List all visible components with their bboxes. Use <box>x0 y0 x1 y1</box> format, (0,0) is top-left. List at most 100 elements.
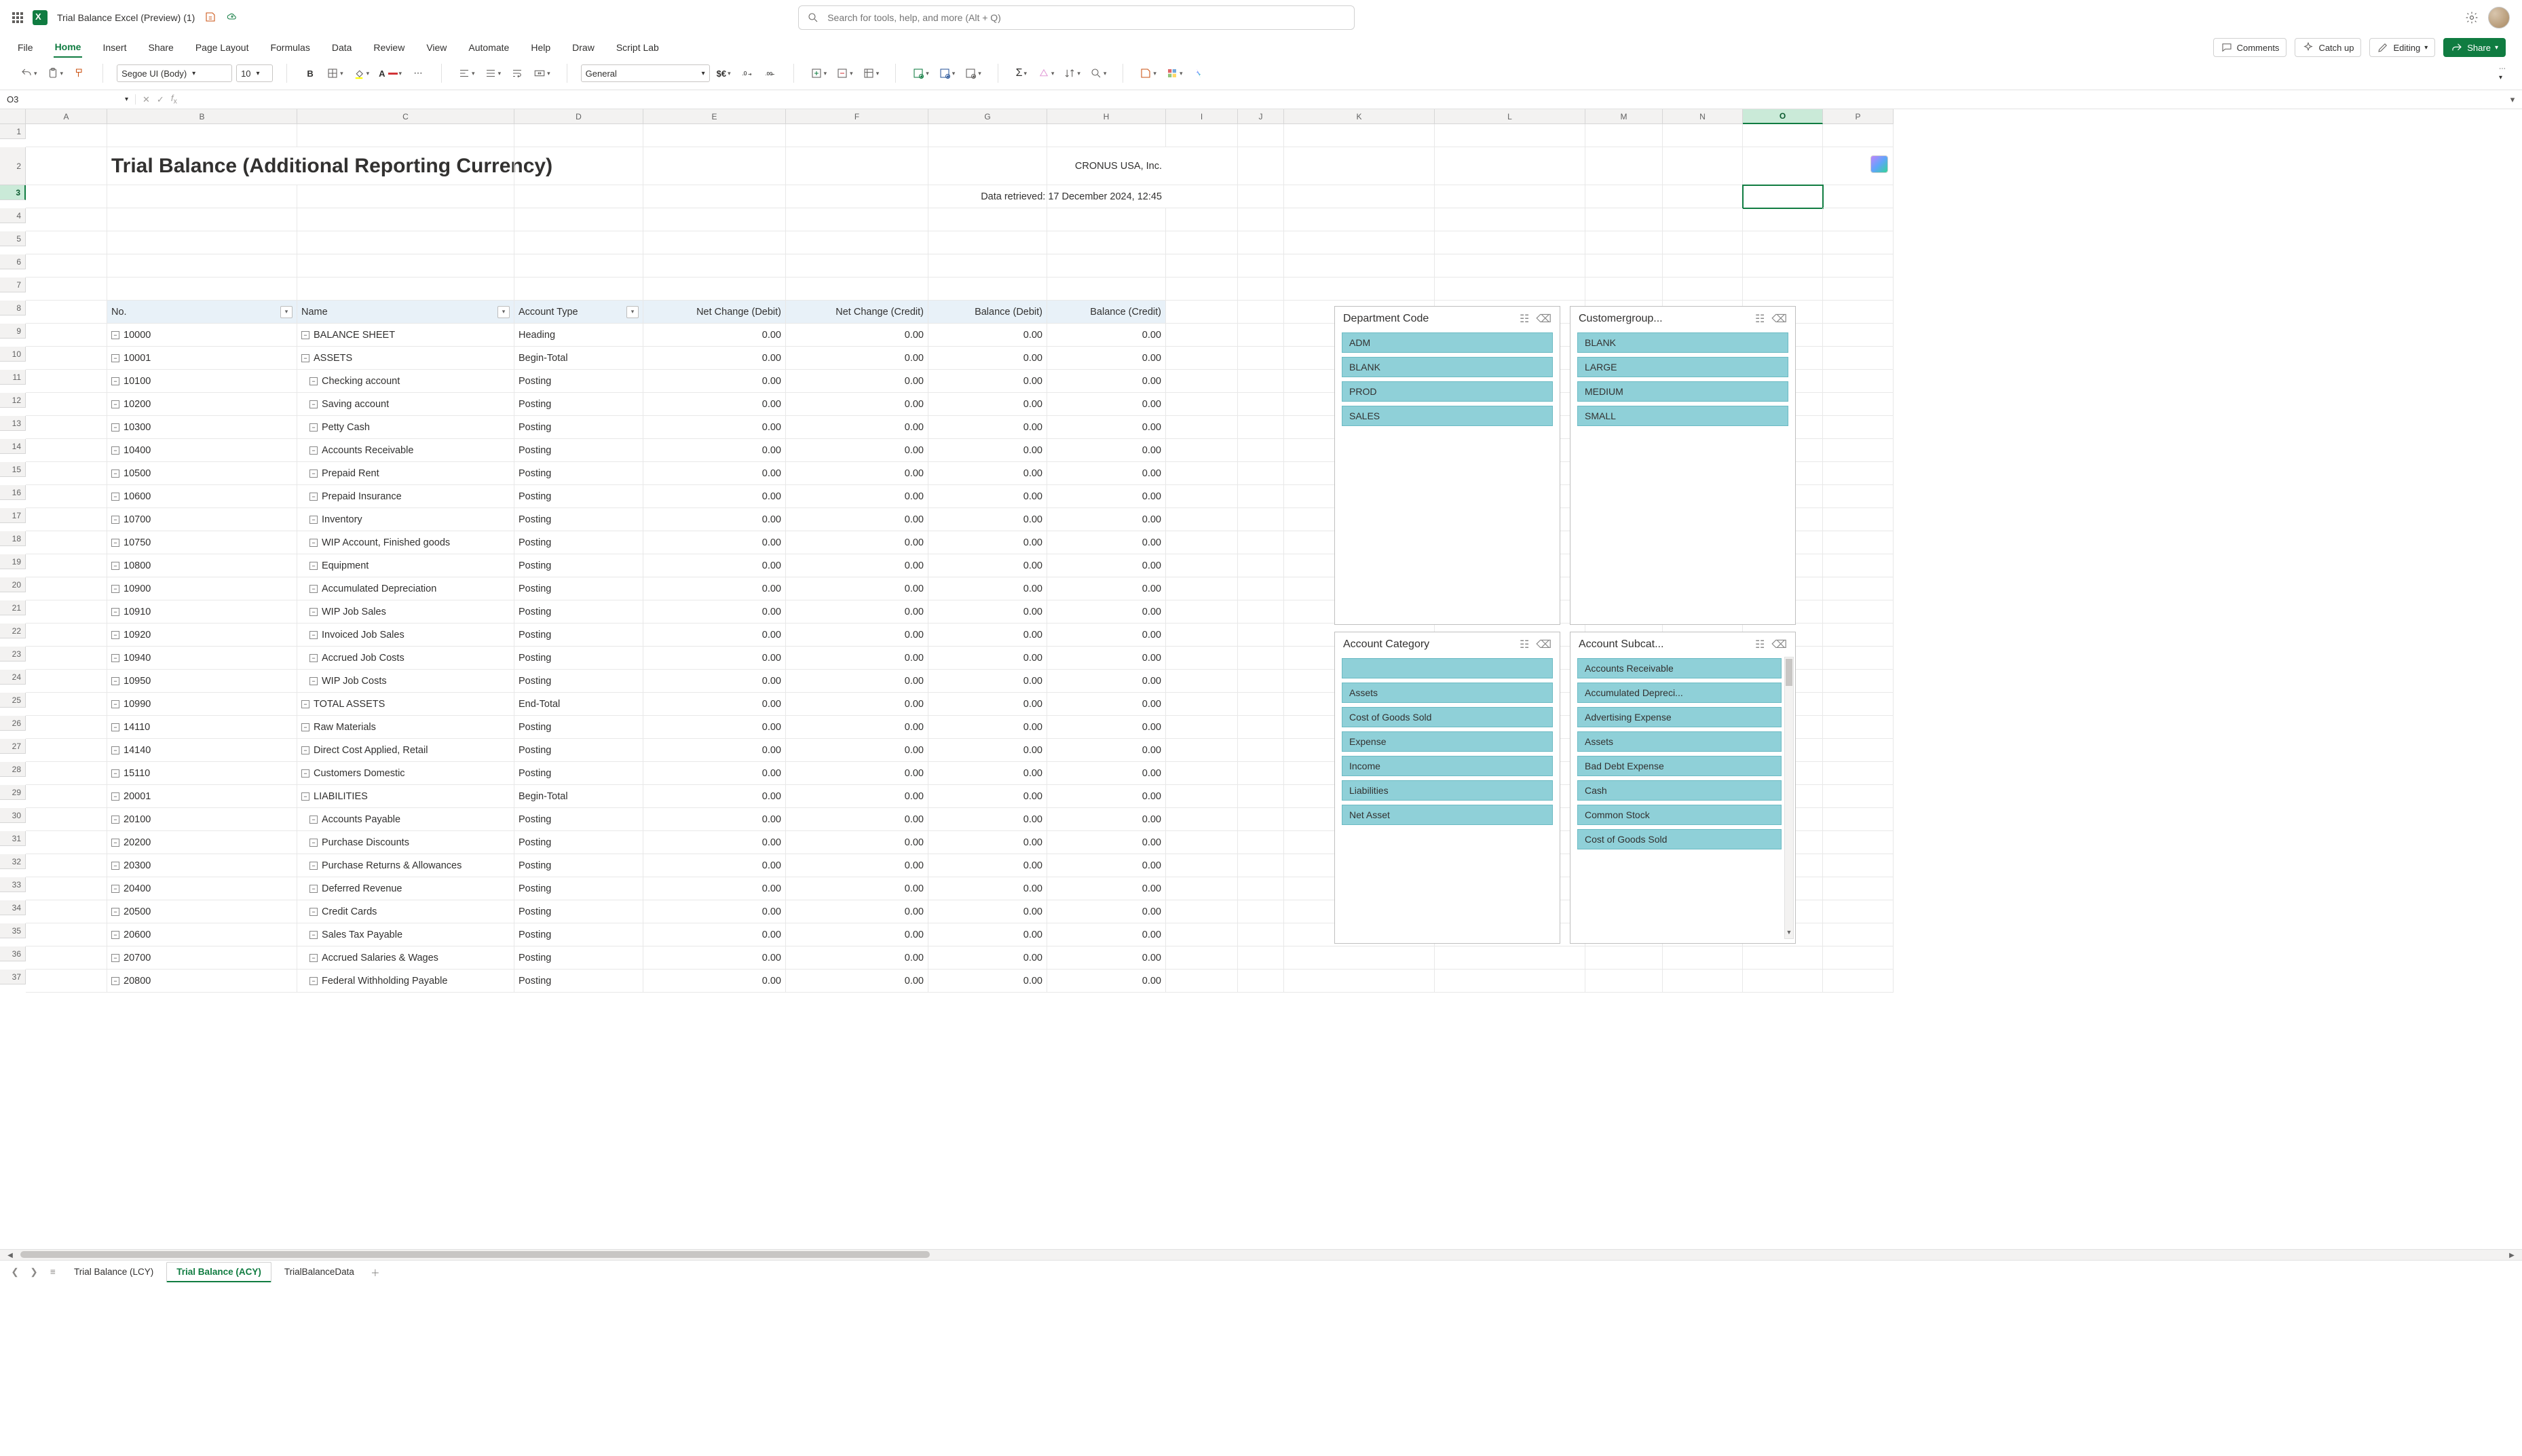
cell[interactable] <box>1823 231 1894 254</box>
cell[interactable]: 0.00 <box>786 462 928 485</box>
cell[interactable] <box>1823 808 1894 831</box>
cell[interactable] <box>1238 277 1284 301</box>
outline-toggle[interactable] <box>111 331 119 339</box>
cell[interactable] <box>1238 877 1284 900</box>
cell[interactable] <box>1238 508 1284 531</box>
increase-decimal-button[interactable]: .00 <box>761 64 780 83</box>
cell[interactable]: 0.00 <box>786 554 928 577</box>
cell[interactable]: Prepaid Rent <box>297 462 514 485</box>
cell[interactable]: Posting <box>514 531 643 554</box>
cell[interactable] <box>1823 554 1894 577</box>
cell[interactable]: Net Change (Credit) <box>786 301 928 324</box>
row-header[interactable]: 26 <box>0 716 26 731</box>
cell[interactable] <box>1238 946 1284 970</box>
row-header[interactable]: 20 <box>0 577 26 592</box>
cell[interactable]: Posting <box>514 831 643 854</box>
cell[interactable] <box>26 600 107 624</box>
formula-bar-expand[interactable]: ▾ <box>2503 94 2522 105</box>
cell[interactable] <box>1238 854 1284 877</box>
cell[interactable]: 0.00 <box>786 393 928 416</box>
row-header[interactable]: 18 <box>0 531 26 546</box>
column-header[interactable]: P <box>1823 109 1894 124</box>
cell[interactable] <box>1166 393 1238 416</box>
outline-toggle[interactable] <box>309 931 318 939</box>
cell[interactable]: 14110 <box>107 716 297 739</box>
cell[interactable]: 20200 <box>107 831 297 854</box>
cell[interactable]: Balance (Credit) <box>1047 301 1166 324</box>
cell[interactable]: Accrued Salaries & Wages <box>297 946 514 970</box>
cell[interactable]: Balance (Debit) <box>928 301 1047 324</box>
cell[interactable]: 10940 <box>107 647 297 670</box>
cell[interactable] <box>1166 647 1238 670</box>
cell[interactable] <box>1166 231 1238 254</box>
comments-button[interactable]: Comments <box>2213 38 2287 57</box>
row-header[interactable]: 8 <box>0 301 26 315</box>
outline-toggle[interactable] <box>111 470 119 478</box>
cell[interactable]: 10920 <box>107 624 297 647</box>
cell[interactable] <box>26 277 107 301</box>
outline-toggle[interactable] <box>309 839 318 847</box>
cell[interactable]: 0.00 <box>1047 808 1166 831</box>
outline-toggle[interactable] <box>301 700 309 708</box>
row-header[interactable]: 10 <box>0 347 26 362</box>
cell[interactable]: 10950 <box>107 670 297 693</box>
sensitivity-icon[interactable] <box>204 11 217 25</box>
cell[interactable] <box>107 277 297 301</box>
cell[interactable] <box>26 347 107 370</box>
cell[interactable]: Posting <box>514 670 643 693</box>
cell[interactable] <box>297 147 514 185</box>
cell[interactable] <box>1238 739 1284 762</box>
cell[interactable] <box>1823 854 1894 877</box>
cell[interactable] <box>1823 208 1894 231</box>
cell[interactable] <box>786 147 928 185</box>
column-header[interactable]: J <box>1238 109 1284 124</box>
cell[interactable]: 0.00 <box>643 531 786 554</box>
clear-filter-icon[interactable]: ⌫ <box>1536 312 1551 326</box>
cell[interactable] <box>1166 600 1238 624</box>
cell[interactable]: 0.00 <box>643 785 786 808</box>
cell[interactable] <box>26 739 107 762</box>
cell[interactable] <box>26 923 107 946</box>
editing-mode-button[interactable]: Editing ▾ <box>2369 38 2435 57</box>
cell[interactable] <box>1238 670 1284 693</box>
cell[interactable] <box>1238 577 1284 600</box>
cell[interactable] <box>643 231 786 254</box>
filter-dropdown[interactable]: ▾ <box>497 306 510 318</box>
cell[interactable]: 0.00 <box>1047 785 1166 808</box>
cell[interactable] <box>1663 970 1743 993</box>
more-font-button[interactable]: ⋯ <box>409 64 428 83</box>
cell[interactable] <box>786 254 928 277</box>
cell[interactable] <box>1238 147 1284 185</box>
name-box[interactable]: O3 ▾ <box>0 94 136 104</box>
cell[interactable] <box>26 185 107 208</box>
autosum-button[interactable]: Σ▾ <box>1012 64 1031 83</box>
cell[interactable] <box>514 254 643 277</box>
slicer-item[interactable]: Assets <box>1577 731 1782 752</box>
cell[interactable]: 0.00 <box>928 854 1047 877</box>
outline-toggle[interactable] <box>301 331 309 339</box>
outline-toggle[interactable] <box>111 354 119 362</box>
row-header[interactable]: 36 <box>0 946 26 961</box>
font-color-button[interactable]: A▾ <box>376 64 404 83</box>
outline-toggle[interactable] <box>309 816 318 824</box>
column-header[interactable]: O <box>1743 109 1823 124</box>
cell[interactable]: Invoiced Job Sales <box>297 624 514 647</box>
slicer-item[interactable]: SALES <box>1342 406 1553 426</box>
cell[interactable]: 0.00 <box>643 693 786 716</box>
outline-toggle[interactable] <box>301 792 309 801</box>
cell[interactable] <box>26 877 107 900</box>
cell[interactable]: 0.00 <box>786 577 928 600</box>
cell[interactable] <box>1238 808 1284 831</box>
cell[interactable] <box>1238 647 1284 670</box>
bold-button[interactable]: B <box>301 64 320 83</box>
cell[interactable] <box>26 554 107 577</box>
cell[interactable] <box>1663 946 1743 970</box>
cell[interactable]: 0.00 <box>643 439 786 462</box>
cell[interactable] <box>26 124 107 147</box>
slicer-item[interactable]: SMALL <box>1577 406 1788 426</box>
cell[interactable]: 0.00 <box>643 600 786 624</box>
cell[interactable] <box>1238 254 1284 277</box>
cell[interactable] <box>1823 785 1894 808</box>
insert-link-button[interactable]: ▾ <box>936 64 958 83</box>
cell[interactable] <box>1823 923 1894 946</box>
